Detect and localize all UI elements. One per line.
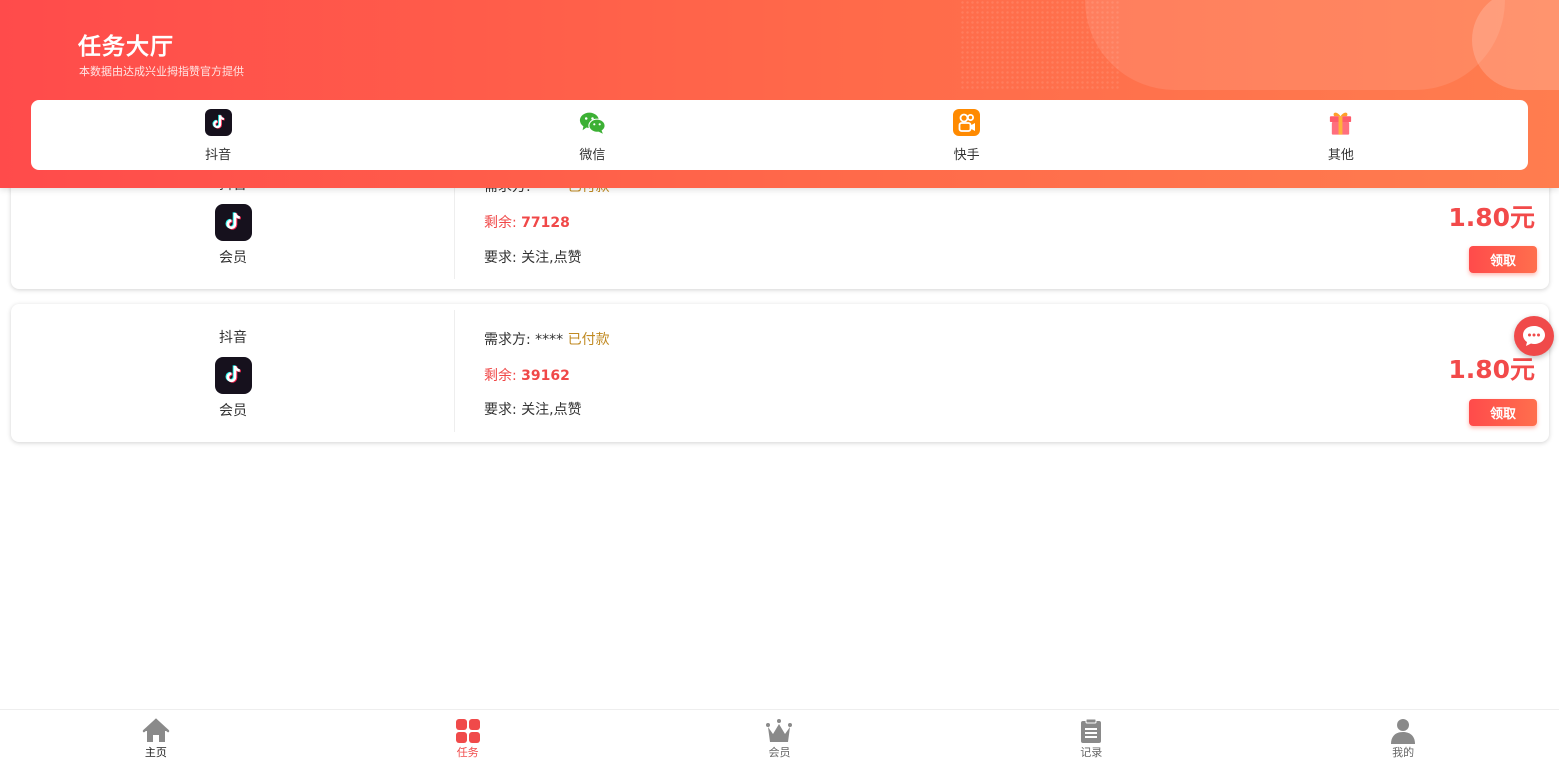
crown-icon xyxy=(765,718,793,744)
douyin-icon xyxy=(204,109,232,136)
category-kuaishou[interactable]: 快手 xyxy=(780,100,1154,170)
page-subtitle: 本数据由达成兴业拇指赞官方提供 xyxy=(79,65,244,78)
page-title: 任务大厅 xyxy=(78,34,174,60)
wechat-icon xyxy=(579,109,606,136)
demander-label: 需求方: xyxy=(484,332,531,348)
task-platform: 抖音 会员 xyxy=(11,304,455,442)
nav-label: 任务 xyxy=(456,746,479,759)
home-icon xyxy=(142,718,170,744)
nav-home[interactable]: 主页 xyxy=(0,710,312,769)
gift-icon xyxy=(1327,109,1354,136)
kuaishou-icon xyxy=(953,109,981,136)
nav-label: 我的 xyxy=(1392,746,1415,759)
clipboard-icon xyxy=(1077,718,1105,744)
remain-value: 77128 xyxy=(521,215,570,231)
page-header: 任务大厅 本数据由达成兴业拇指赞官方提供 抖音 微信 快手 其他 xyxy=(0,0,1559,188)
bottom-nav: 主页 任务 会员 记录 我的 xyxy=(0,709,1559,769)
require-label: 要求: xyxy=(484,402,517,418)
remain-label: 剩余: xyxy=(484,368,517,384)
remain-row: 剩余: 39162 xyxy=(484,365,570,385)
require-row: 要求: 关注,点赞 xyxy=(484,247,582,267)
remain-value: 39162 xyxy=(521,368,570,384)
require-label: 要求: xyxy=(484,250,517,266)
task-price: 1.80元 xyxy=(1448,355,1535,384)
require-value: 关注,点赞 xyxy=(521,250,582,266)
nav-records[interactable]: 记录 xyxy=(935,710,1247,769)
grid-icon xyxy=(454,718,482,744)
require-value: 关注,点赞 xyxy=(521,402,582,418)
category-douyin[interactable]: 抖音 xyxy=(31,100,405,170)
member-label: 会员 xyxy=(219,402,247,419)
member-label: 会员 xyxy=(219,249,247,266)
header-decoration-arc xyxy=(1472,0,1559,90)
claim-button[interactable]: 领取 xyxy=(1469,399,1537,426)
task-card: 抖音 会员 需求方: **** 已付款 剩余: 39162 要求: 关注,点赞 xyxy=(11,304,1549,442)
category-label: 抖音 xyxy=(205,148,232,163)
nav-tasks[interactable]: 任务 xyxy=(312,710,624,769)
demander-row: 需求方: **** 已付款 xyxy=(484,329,610,349)
status-badge: 已付款 xyxy=(567,332,610,348)
category-label: 快手 xyxy=(953,148,980,163)
demander-value: **** xyxy=(535,332,564,348)
chat-bubble-icon xyxy=(1523,326,1545,346)
remain-label: 剩余: xyxy=(484,215,517,231)
task-price: 1.80元 xyxy=(1448,203,1535,232)
nav-label: 会员 xyxy=(768,746,791,759)
douyin-icon xyxy=(214,356,252,394)
nav-label: 记录 xyxy=(1080,746,1103,759)
category-wechat[interactable]: 微信 xyxy=(405,100,779,170)
require-row: 要求: 关注,点赞 xyxy=(484,399,582,419)
category-other[interactable]: 其他 xyxy=(1154,100,1528,170)
category-label: 微信 xyxy=(579,148,606,163)
platform-name: 抖音 xyxy=(219,329,247,346)
category-label: 其他 xyxy=(1327,148,1354,163)
header-decoration-circle xyxy=(1085,0,1505,90)
customer-service-button[interactable] xyxy=(1514,316,1554,356)
nav-label: 主页 xyxy=(144,746,167,759)
douyin-icon xyxy=(214,203,252,241)
claim-button[interactable]: 领取 xyxy=(1469,246,1537,273)
category-bar: 抖音 微信 快手 其他 xyxy=(31,100,1528,170)
remain-row: 剩余: 77128 xyxy=(484,212,570,232)
nav-mine[interactable]: 我的 xyxy=(1247,710,1559,769)
nav-member[interactable]: 会员 xyxy=(624,710,936,769)
user-icon xyxy=(1389,718,1417,744)
